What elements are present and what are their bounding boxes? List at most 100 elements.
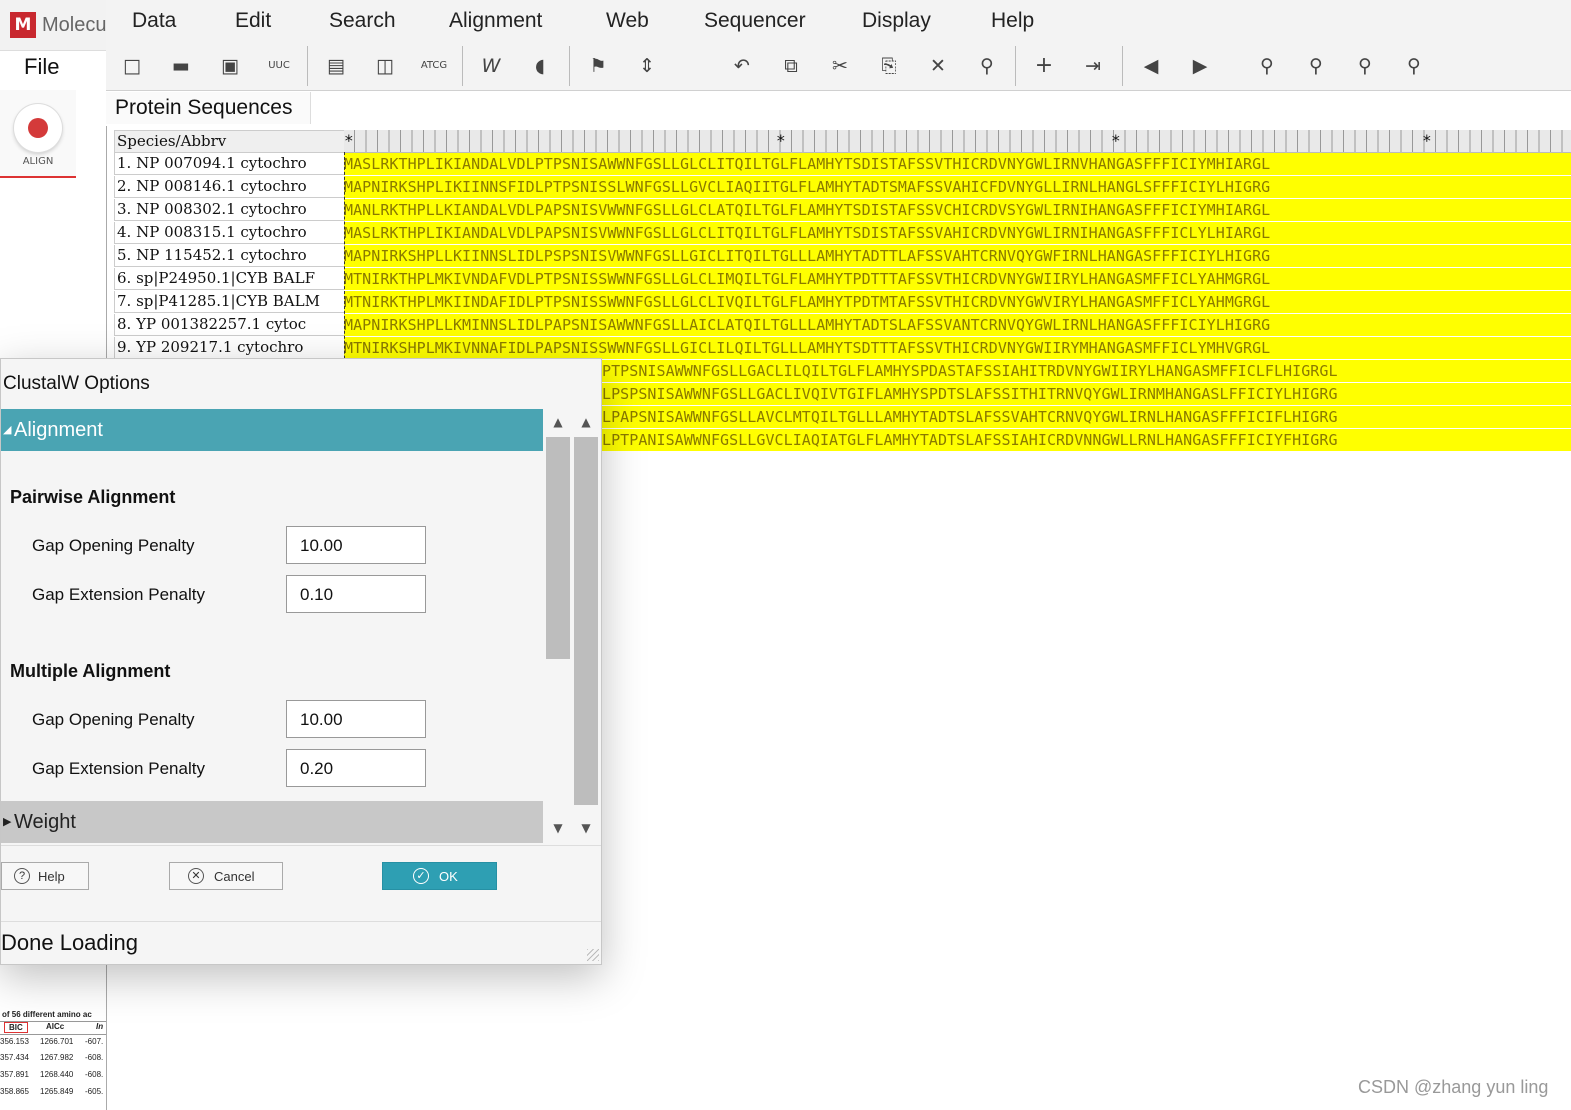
flag-icon[interactable]: ⚑ xyxy=(581,50,615,82)
ok-button[interactable]: ✓ OK xyxy=(382,862,497,890)
status-text: Done Loading xyxy=(1,930,139,955)
open-folder-icon[interactable]: ▬ xyxy=(164,50,198,82)
sequence-row[interactable]: MTNIRKTHPLMKIINDAFIDLPTPSNISSWWNFGSLLGLC… xyxy=(344,291,1571,313)
scroll-up-icon[interactable]: ▲ xyxy=(573,415,599,429)
dialog-button-bar: ? Help ✕ Cancel ✓ OK xyxy=(1,845,601,906)
file-menu[interactable]: File xyxy=(24,54,59,80)
sequence-name[interactable]: 1. NP 007094.1 cytochro xyxy=(114,153,346,175)
multiple-gap-extension-input[interactable]: 0.20 xyxy=(286,749,426,787)
undo-icon[interactable]: ↶ xyxy=(725,50,759,82)
sequence-row[interactable]: MTNIRKTHPLMKIVNDAFVDLPTPSNISSWWNFGSLLGLC… xyxy=(344,268,1571,290)
tab-protein-sequences[interactable]: Protein Sequences xyxy=(106,92,311,124)
copy-icon[interactable]: ⧉ xyxy=(774,50,808,82)
sequence-row[interactable]: MAPNIRKSHPLLKMINNSLIDLPAPSNISAWWNFGSLLAI… xyxy=(344,314,1571,336)
new-file-icon[interactable]: □ xyxy=(115,50,149,82)
scroll-down-icon[interactable]: ▼ xyxy=(573,821,599,835)
sequence-row[interactable]: MASLRKTHPLIKIANDALVDLPTPSNISAWWNFGSLLGLC… xyxy=(344,153,1571,175)
menu-edit[interactable]: Edit xyxy=(235,9,271,33)
outer-scrollbar[interactable]: ▲ ▼ xyxy=(573,409,599,839)
pairwise-gap-extension-input[interactable]: 0.10 xyxy=(286,575,426,613)
sequence-row[interactable]: MANLRKTHPLLKIANDALVDLPAPSNISVWWNFGSLLGLC… xyxy=(344,199,1571,221)
uuc-translate-icon[interactable]: UUC xyxy=(262,50,296,82)
scroll-thumb[interactable] xyxy=(574,437,598,805)
menu-display[interactable]: Display xyxy=(862,9,931,33)
watermark: CSDN @zhang yun ling xyxy=(1358,1077,1549,1097)
toolbar-separator xyxy=(1015,46,1016,86)
sequence-name[interactable]: 6. sp|P24950.1|CYB BALF xyxy=(114,268,346,290)
add-icon[interactable]: + xyxy=(1027,50,1061,82)
menu-help[interactable]: Help xyxy=(991,9,1034,33)
sequence-name[interactable]: 2. NP 008146.1 cytochro xyxy=(114,176,346,198)
toolbar-separator xyxy=(569,46,570,86)
scroll-thumb[interactable] xyxy=(546,437,570,659)
search-prev-icon[interactable]: ⚲ xyxy=(1299,50,1333,82)
insert-icon[interactable]: ⇥ xyxy=(1076,50,1110,82)
sequence-name[interactable]: 5. NP 115452.1 cytochro xyxy=(114,245,346,267)
align-tool-button[interactable]: ALIGN xyxy=(0,90,76,178)
section-weight-header[interactable]: ▶ Weight xyxy=(1,801,543,843)
sequence-row[interactable]: MTNIRKSHPLMKIVNNAFIDLPAPSNISSWWNFGSLLGIC… xyxy=(344,337,1571,359)
conserved-marker: * xyxy=(1111,131,1121,150)
menu-web[interactable]: Web xyxy=(606,9,649,33)
pairwise-gap-open-input[interactable]: 10.00 xyxy=(286,526,426,564)
cut-icon[interactable]: ✂ xyxy=(823,50,857,82)
question-icon: ? xyxy=(14,868,30,884)
pairwise-alignment-title: Pairwise Alignment xyxy=(10,487,176,507)
expand-triangle-icon: ▶ xyxy=(3,816,12,828)
previous-icon[interactable]: ◀ xyxy=(1134,50,1168,82)
search-next-icon[interactable]: ⚲ xyxy=(1348,50,1382,82)
delete-icon[interactable]: ✕ xyxy=(921,50,955,82)
columns-icon[interactable]: ◫ xyxy=(368,50,402,82)
align-tool-label: ALIGN xyxy=(22,156,54,167)
multiple-gap-extension-label: Gap Extension Penalty xyxy=(32,759,205,778)
search-clear-icon[interactable]: ⚲ xyxy=(1397,50,1431,82)
scroll-up-icon[interactable]: ▲ xyxy=(545,415,571,429)
check-icon: ✓ xyxy=(413,868,429,884)
results-header-aicc: AICc xyxy=(46,1022,65,1031)
multiple-alignment-title: Multiple Alignment xyxy=(10,661,171,681)
sheet-icon[interactable]: ▤ xyxy=(319,50,353,82)
dialog-title: ClustalW Options xyxy=(3,373,150,394)
section-alignment-header[interactable]: ◢ Alignment xyxy=(1,409,543,451)
menu-sequencer[interactable]: Sequencer xyxy=(704,9,806,33)
conserved-marker: * xyxy=(776,131,786,150)
conserved-marker: * xyxy=(344,131,354,150)
paste-icon[interactable]: ⎘ xyxy=(872,50,906,82)
menu-search[interactable]: Search xyxy=(329,9,396,33)
inner-scrollbar[interactable]: ▲ ▼ xyxy=(545,409,571,839)
cancel-button[interactable]: ✕ Cancel xyxy=(169,862,283,890)
scroll-down-icon[interactable]: ▼ xyxy=(545,821,571,835)
pairwise-gap-open-label: Gap Opening Penalty xyxy=(32,536,195,555)
w-align-icon[interactable]: W xyxy=(474,50,508,82)
muscle-icon[interactable]: ◖ xyxy=(523,50,557,82)
sequence-name[interactable]: 9. YP 209217.1 cytochro xyxy=(114,337,346,359)
section-weight-label: Weight xyxy=(14,811,76,833)
app-header: M Molecu xyxy=(0,0,106,51)
zoom-icon[interactable]: ⚲ xyxy=(1250,50,1284,82)
tab-label: Protein Sequences xyxy=(115,96,293,119)
sequence-name[interactable]: 7. sp|P41285.1|CYB BALM xyxy=(114,291,346,313)
pairwise-gap-extension-label: Gap Extension Penalty xyxy=(32,585,205,604)
results-header-lnl: In xyxy=(96,1022,104,1031)
menu-bar: Data Edit Search Alignment Web Sequencer… xyxy=(106,0,1571,42)
resize-grip-icon[interactable] xyxy=(587,949,599,961)
menu-data[interactable]: Data xyxy=(132,9,176,33)
conserved-marker: * xyxy=(1422,131,1432,150)
sequence-row[interactable]: MAPNIRKSHPLIKIINNSFIDLPTPSNISSLWNFGSLLGV… xyxy=(344,176,1571,198)
sequence-row[interactable]: MAPNIRKSHPLLKIINNSLIDLPSPSNISVWWNFGSLLGI… xyxy=(344,245,1571,267)
atcg-icon[interactable]: ATCG xyxy=(417,50,451,82)
find-icon[interactable]: ⚲ xyxy=(970,50,1004,82)
help-button[interactable]: ? Help xyxy=(1,862,89,890)
save-icon[interactable]: ▣ xyxy=(213,50,247,82)
section-alignment-label: Alignment xyxy=(14,419,103,441)
next-icon[interactable]: ▶ xyxy=(1183,50,1217,82)
menu-alignment[interactable]: Alignment xyxy=(449,9,542,33)
sequence-name[interactable]: 4. NP 008315.1 cytochro xyxy=(114,222,346,244)
sequence-row[interactable]: MASLRKTHPLIKIANDALVDLPAPSNISVWWNFGSLLGLC… xyxy=(344,222,1571,244)
sequence-name[interactable]: 3. NP 008302.1 cytochro xyxy=(114,199,346,221)
status-bar: Done Loading xyxy=(1,921,601,964)
sequence-name[interactable]: 8. YP 001382257.1 cytoc xyxy=(114,314,346,336)
toolbar: □ ▬ ▣ UUC ▤ ◫ ATCG W ◖ ⚑ ⇕ ↶ ⧉ ✂ ⎘ ✕ ⚲ +… xyxy=(106,42,1571,91)
multiple-gap-open-input[interactable]: 10.00 xyxy=(286,700,426,738)
marker-icon[interactable]: ⇕ xyxy=(630,50,664,82)
